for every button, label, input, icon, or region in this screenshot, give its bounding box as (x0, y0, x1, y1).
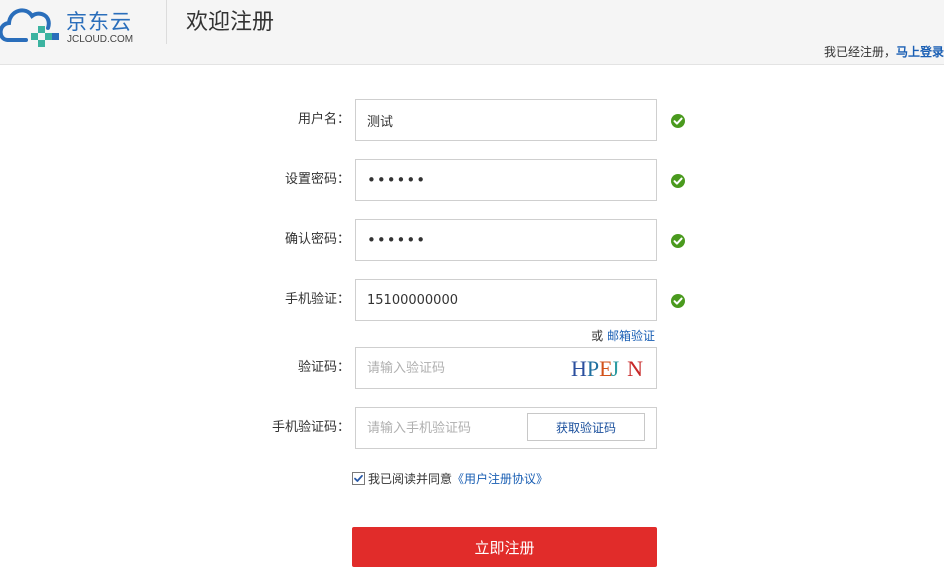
password-row: 设置密码： (0, 159, 944, 201)
confirm-password-field-box (355, 219, 657, 261)
username-label: 用户名： (297, 112, 350, 127)
password-field-box (355, 159, 657, 201)
username-field-box (355, 99, 657, 141)
phone-row: 手机验证： (0, 279, 944, 321)
sms-code-field-box: 获取验证码 (355, 407, 657, 449)
check-circle-icon (671, 114, 685, 128)
phone-input[interactable] (356, 280, 627, 320)
sms-code-label: 手机验证码： (271, 420, 350, 435)
check-circle-icon (671, 234, 685, 248)
password-input[interactable] (356, 160, 627, 200)
phone-label: 手机验证： (284, 292, 350, 307)
confirm-password-row: 确认密码： (0, 219, 944, 261)
sms-code-input[interactable] (356, 408, 517, 448)
alt-verify: 或 邮箱验证 (591, 327, 655, 344)
username-input[interactable] (356, 100, 627, 140)
agreement-prefix: 我已阅读并同意 (368, 472, 453, 486)
email-verify-link[interactable]: 邮箱验证 (607, 329, 655, 343)
login-hint: 我已经注册，马上登录 (824, 43, 944, 60)
cloud-logo-icon (0, 8, 59, 47)
jcloud-logo[interactable]: 京东云 JCLOUD.COM (0, 0, 150, 50)
header: 京东云 JCLOUD.COM 欢迎注册 我已经注册，马上登录 (0, 0, 944, 65)
phone-field-box (355, 279, 657, 321)
captcha-image[interactable]: HPEJ N (569, 353, 643, 381)
password-label: 设置密码： (284, 172, 350, 187)
logo-text-en: JCLOUD.COM (67, 34, 134, 45)
header-divider (166, 0, 167, 44)
check-circle-icon (671, 174, 685, 188)
login-link[interactable]: 马上登录 (896, 45, 944, 59)
checkbox-checked-icon (354, 474, 363, 482)
get-sms-code-button[interactable]: 获取验证码 (527, 413, 645, 441)
agreement-checkbox[interactable] (352, 472, 365, 485)
captcha-row: 验证码： HPEJN (0, 347, 944, 389)
confirm-password-input[interactable] (356, 220, 627, 260)
check-circle-icon (671, 294, 685, 308)
confirm-password-label: 确认密码： (284, 232, 350, 247)
sms-code-row: 手机验证码： 获取验证码 (0, 407, 944, 449)
captcha-input[interactable] (356, 348, 557, 388)
agreement-text: 我已阅读并同意《用户注册协议》 (368, 470, 548, 487)
register-submit-button[interactable]: 立即注册 (352, 527, 657, 567)
login-prompt: 我已经注册， (823, 45, 896, 59)
captcha-label: 验证码： (297, 360, 350, 375)
alt-verify-prefix: 或 (591, 329, 607, 343)
username-row: 用户名： (0, 99, 944, 141)
page-title: 欢迎注册 (186, 10, 275, 35)
captcha-text: HPEJ N (571, 356, 643, 381)
agreement-link[interactable]: 《用户注册协议》 (452, 472, 548, 486)
logo-text-cn: 京东云 (66, 10, 132, 34)
